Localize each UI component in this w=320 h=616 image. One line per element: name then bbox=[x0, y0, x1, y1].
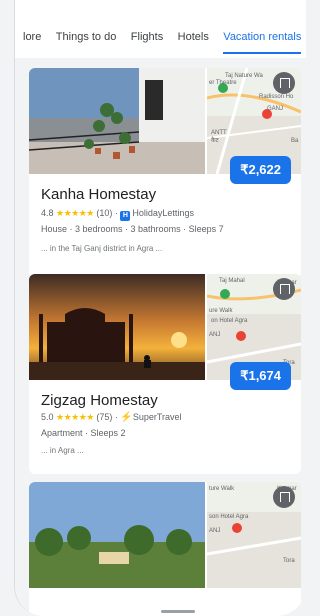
svg-text:ure Walk: ure Walk bbox=[209, 308, 233, 314]
listing-snippet: ... in Agra ... bbox=[41, 446, 84, 455]
rental-media[interactable]: ture Walk son Hotel Agra ANJ Karmar Tora bbox=[29, 482, 301, 588]
rating-value: 4.8 bbox=[41, 208, 54, 218]
listing-details: House · 3 bedrooms · 3 bathrooms · Sleep… bbox=[41, 224, 224, 234]
tab-things-to-do[interactable]: Things to do bbox=[56, 22, 117, 52]
svg-text:Ba: Ba bbox=[291, 138, 299, 144]
star-rating-icon: ★★★★★ bbox=[56, 208, 94, 218]
rental-media[interactable]: Taj Nature Wa er Theatre Radisson Ho GAN… bbox=[29, 68, 301, 184]
svg-text:GANJ: GANJ bbox=[267, 106, 283, 112]
svg-text:ANJ: ANJ bbox=[209, 332, 220, 338]
listing-details: Apartment · Sleeps 2 bbox=[41, 428, 126, 438]
save-icon[interactable] bbox=[273, 72, 295, 94]
svg-text:Radisson Ho: Radisson Ho bbox=[259, 94, 294, 100]
home-indicator bbox=[161, 610, 195, 613]
price-badge[interactable]: ₹1,674 bbox=[230, 362, 291, 390]
rating-value: 5.0 bbox=[41, 412, 54, 422]
svg-text:Tora: Tora bbox=[283, 558, 295, 564]
property-photo[interactable] bbox=[29, 274, 205, 380]
save-icon[interactable] bbox=[273, 278, 295, 300]
tab-flights[interactable]: Flights bbox=[131, 22, 163, 52]
star-rating-icon: ★★★★★ bbox=[56, 412, 94, 422]
property-photo[interactable] bbox=[29, 482, 205, 588]
rental-list[interactable]: Taj Nature Wa er Theatre Radisson Ho GAN… bbox=[15, 58, 306, 616]
rental-card[interactable]: ture Walk son Hotel Agra ANJ Karmar Tora bbox=[29, 482, 301, 616]
rating-line: 5.0 ★★★★★ (75) · ⚡SuperTravel bbox=[41, 412, 182, 423]
svg-text:Taj Nature Wa: Taj Nature Wa bbox=[225, 73, 263, 79]
svg-text:ANTT: ANTT bbox=[211, 130, 227, 136]
property-photo[interactable] bbox=[29, 68, 205, 174]
tab-explore[interactable]: lore bbox=[23, 22, 41, 52]
svg-text:कैट: कैट bbox=[211, 136, 220, 144]
provider-name: HolidayLettings bbox=[132, 208, 194, 218]
price-badge[interactable]: ₹2,622 bbox=[230, 156, 291, 184]
svg-text:on Hotel Agra: on Hotel Agra bbox=[211, 318, 248, 324]
category-tabs: lore Things to do Flights Hotels Vacatio… bbox=[15, 22, 306, 58]
listing-title[interactable]: Zigzag Homestay bbox=[41, 392, 158, 409]
rental-media[interactable]: Taj Mahal ure Walk on Hotel Agra ANJ Kar… bbox=[29, 274, 301, 390]
holidaylettings-logo-icon: H bbox=[120, 211, 131, 221]
phone-screen: lore Things to do Flights Hotels Vacatio… bbox=[14, 0, 306, 616]
tab-vacation-rentals[interactable]: Vacation rentals bbox=[223, 22, 302, 54]
provider-name: SuperTravel bbox=[132, 412, 182, 422]
svg-text:ture Walk: ture Walk bbox=[209, 486, 235, 492]
svg-text:ANJ: ANJ bbox=[209, 528, 220, 534]
listing-title[interactable]: Kanha Homestay bbox=[41, 186, 156, 203]
rating-line: 4.8 ★★★★★ (10) · H HolidayLettings bbox=[41, 208, 194, 221]
tab-hotels[interactable]: Hotels bbox=[178, 22, 209, 52]
rental-card[interactable]: Taj Nature Wa er Theatre Radisson Ho GAN… bbox=[29, 68, 301, 278]
rental-card[interactable]: Taj Mahal ure Walk on Hotel Agra ANJ Kar… bbox=[29, 274, 301, 474]
listing-snippet: ... in the Taj Ganj district in Agra ... bbox=[41, 244, 163, 253]
supertravel-logo-icon: ⚡ bbox=[120, 412, 133, 423]
review-count: (10) bbox=[96, 208, 113, 218]
svg-text:son Hotel Agra: son Hotel Agra bbox=[209, 514, 249, 520]
save-icon[interactable] bbox=[273, 486, 295, 508]
svg-text:Taj Mahal: Taj Mahal bbox=[219, 278, 245, 284]
review-count: (75) bbox=[96, 412, 113, 422]
svg-text:er Theatre: er Theatre bbox=[209, 80, 237, 86]
